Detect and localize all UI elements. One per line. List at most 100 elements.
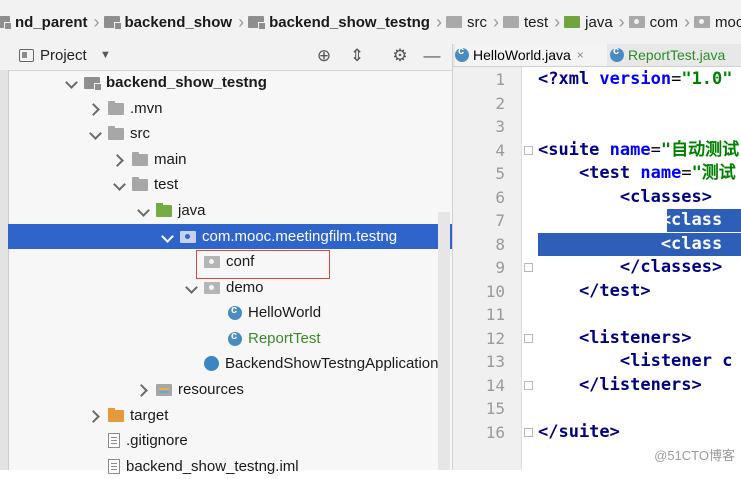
code-line: <test name="测试 [538,162,736,185]
gear-icon[interactable]: ⚙ [389,46,411,66]
line-number: 12 [485,328,505,348]
tree-item[interactable]: backend_show_testng.iml [8,454,452,479]
tab-label: ReportTest.java [628,47,726,63]
chevron-down-icon[interactable] [184,281,198,295]
chevron-down-icon[interactable] [112,178,126,192]
code-token: name [640,163,682,183]
chevron-right-icon[interactable] [112,153,126,167]
collapse-all-icon[interactable]: ⇕ [346,46,368,66]
code-token: <test [538,163,641,183]
chevron-right-icon: › [554,11,561,32]
fold-marker-icon[interactable] [524,145,533,155]
vertical-scrollbar[interactable] [438,212,450,470]
tree-item[interactable]: test [8,172,452,197]
line-number: 8 [495,234,505,254]
locate-icon[interactable]: ⊕ [313,46,335,66]
module-icon [248,16,267,30]
breadcrumb-item[interactable]: › com [617,0,682,44]
code-line: <class [538,209,732,232]
chevron-down-icon[interactable]: ▼ [100,49,111,61]
fold-marker-icon[interactable] [524,333,533,343]
breadcrumb-item[interactable]: › backend_show_testng [236,0,434,44]
breadcrumb-item[interactable]: › test [491,0,552,44]
chevron-right-icon: › [618,11,625,32]
breadcrumb-label: java [585,13,613,31]
chevron-down-icon[interactable] [88,127,102,141]
package-icon [628,16,645,28]
chevron-right-icon[interactable] [88,409,102,423]
tree-item[interactable]: BackendShowTestngApplicationT [8,351,452,376]
java-class-icon [610,45,624,62]
tree-item-label: ReportTest [248,330,321,347]
close-icon[interactable]: × [577,48,584,62]
fold-marker-icon[interactable] [524,427,533,437]
code-token: </suite> [538,421,620,442]
line-number: 13 [485,352,505,371]
line-number: 1 [495,70,505,89]
tree-item[interactable]: main [8,147,452,172]
tree-item[interactable]: backend_show_testng [8,70,452,95]
code-line: <?xml version="1.0" [538,68,733,91]
hide-icon[interactable]: — [421,46,443,66]
tree-item-label: demo [226,279,264,296]
tree-item[interactable]: src [8,121,452,146]
breadcrumb-item[interactable]: nd_parent [0,0,92,44]
tree-item-label: target [130,407,169,424]
line-number: 9 [495,258,505,277]
code-token: = [681,163,692,183]
code-token: <?xml [538,69,600,89]
project-title[interactable]: Project [40,47,87,64]
code-line: </suite> [538,421,620,444]
tree-item[interactable]: .mvn [8,96,452,121]
fold-marker-icon[interactable] [524,380,533,390]
java-class-icon [228,330,242,346]
target-folder-icon [108,407,124,422]
code-token: <listener c [538,351,733,371]
code-token: = [671,69,682,89]
java-class-icon [228,304,242,320]
line-number: 7 [495,211,505,230]
chevron-right-icon: › [93,11,100,32]
line-number: 6 [495,187,505,207]
code-token: <classes> [538,186,712,207]
folder-icon [132,151,148,166]
line-number: 15 [485,399,505,418]
tab-reporttest[interactable]: ReportTest.java [610,44,741,66]
resources-folder-icon [156,383,172,396]
package-icon [180,230,196,243]
tree-item-label: src [130,125,150,142]
code-editor[interactable]: <?xml version="1.0" <suite name="自动测试 <te… [522,67,741,470]
chevron-down-icon[interactable] [136,204,150,218]
chevron-right-icon: › [684,11,691,32]
chevron-down-icon[interactable] [160,230,174,244]
chevron-down-icon[interactable] [64,76,78,90]
java-class-icon [455,45,469,62]
code-token: "1.0" [681,69,733,89]
breadcrumb-item[interactable]: › java [552,0,617,44]
tree-item[interactable]: .gitignore [8,428,452,453]
code-token: name [609,139,651,160]
breadcrumb-item[interactable]: › backend_show [92,0,237,44]
code-line: <suite name="自动测试 [538,139,739,162]
folder-icon [445,16,462,28]
line-number: 14 [485,375,505,395]
code-token: </classes> [538,257,723,277]
line-gutter: 1 2 3 4 5 6 7 8 9 10 11 12 13 14 15 16 [453,67,522,470]
breadcrumb-item[interactable]: › mooc [682,0,741,44]
breadcrumb-label: test [523,13,549,31]
chevron-right-icon[interactable] [88,102,102,116]
breadcrumb-item[interactable]: › src [434,0,491,44]
tree-item[interactable]: java [8,198,452,223]
tree-item[interactable]: ReportTest [8,326,452,351]
tree-item[interactable]: target [8,403,452,428]
breadcrumb-label: backend_show_testng [269,13,430,31]
tree-item[interactable]: HelloWorld [8,300,452,325]
tree-item[interactable]: resources [8,377,452,402]
tab-helloworld[interactable]: HelloWorld.java × [455,44,607,66]
chevron-right-icon[interactable] [136,383,150,397]
fold-marker-icon[interactable] [524,263,533,272]
tree-item[interactable]: com.mooc.meetingfilm.testng [8,224,452,249]
line-number: 5 [495,164,505,183]
